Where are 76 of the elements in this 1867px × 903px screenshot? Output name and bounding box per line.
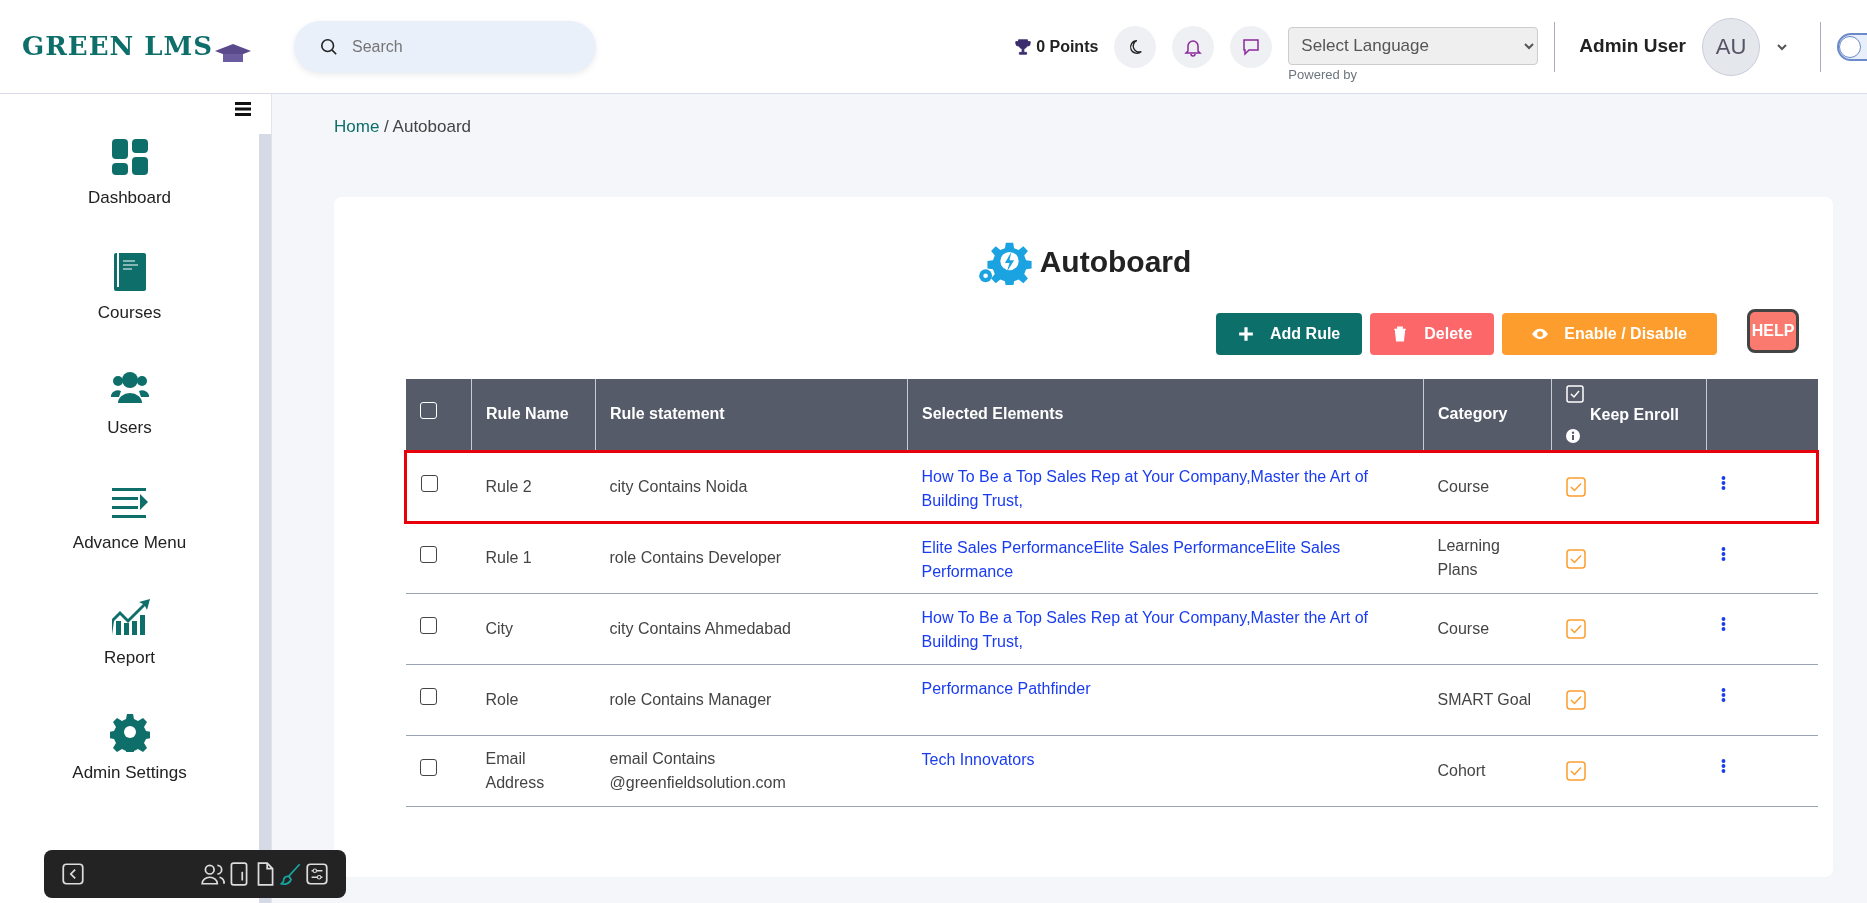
rule-name-cell: Email Address xyxy=(485,749,545,791)
more-vertical-icon[interactable] xyxy=(1720,758,1726,775)
chat-icon xyxy=(1241,36,1262,57)
rule-statement-cell: role Contains Developer xyxy=(609,549,782,566)
toolbar-button[interactable] xyxy=(200,861,226,887)
element-link[interactable]: How To Be a Top Sales Rep at Your Company,Master the Art of Building Trust, xyxy=(921,464,1410,513)
checkbox-icon[interactable] xyxy=(1565,477,1586,498)
dashboard-icon xyxy=(109,136,150,177)
element-link[interactable]: How To Be a Top Sales Rep at Your Company,Master the Art of Building Trust, xyxy=(921,605,1410,654)
users-icon xyxy=(200,861,226,887)
settings-icon xyxy=(109,711,150,752)
trophy-icon xyxy=(1014,37,1033,56)
breadcrumb-current: / Autoboard xyxy=(383,117,472,136)
more-vertical-icon[interactable] xyxy=(1720,616,1726,633)
checkbox-icon[interactable] xyxy=(1565,548,1586,569)
checkbox-icon[interactable] xyxy=(1565,761,1586,782)
column-header: Rule Name xyxy=(471,379,596,451)
category-cell: Course xyxy=(1437,619,1490,637)
sidebar-item[interactable]: Dashboard xyxy=(0,116,259,231)
row-checkbox[interactable] xyxy=(419,616,437,634)
language-select[interactable]: Select Language xyxy=(1288,26,1539,65)
trash-icon xyxy=(1392,326,1409,342)
more-vertical-icon[interactable] xyxy=(1720,687,1726,704)
rule-name-cell: Role xyxy=(485,690,519,708)
sidebar-item[interactable]: Advance Menu xyxy=(0,461,259,576)
more-vertical-icon[interactable] xyxy=(1720,546,1726,563)
toolbar-button[interactable] xyxy=(60,861,86,887)
category-cell: Cohort xyxy=(1437,761,1486,779)
select-all-checkbox[interactable] xyxy=(419,402,437,420)
column-header: Selected Elements xyxy=(907,379,1424,451)
row-checkbox[interactable] xyxy=(419,687,437,705)
rule-name-cell: City xyxy=(485,619,514,637)
element-link[interactable]: Performance Pathfinder xyxy=(921,676,1410,701)
eye-icon xyxy=(1532,326,1549,342)
sliders-icon xyxy=(304,861,330,887)
checkbox-icon[interactable] xyxy=(1565,619,1586,640)
rule-statement-cell: city Contains Noida xyxy=(609,477,748,495)
category-cell: Course xyxy=(1437,477,1490,495)
more-vertical-icon[interactable] xyxy=(1720,475,1726,492)
user-avatar: AU xyxy=(1702,17,1760,76)
category-cell: SMART Goal xyxy=(1437,690,1532,708)
powered-by-text: Powered by xyxy=(1288,65,1358,84)
column-header: Rule statement xyxy=(595,379,908,451)
logo-text: GREEN LMS xyxy=(22,30,214,63)
page-title: Autoboard xyxy=(1039,244,1192,280)
row-checkbox[interactable] xyxy=(419,758,437,776)
sidebar-item[interactable]: Courses xyxy=(0,231,259,346)
sidebar-item[interactable]: Users xyxy=(0,346,259,461)
rule-statement-cell: city Contains Ahmedabad xyxy=(609,619,791,637)
chart-icon xyxy=(109,596,150,637)
sidebar-item[interactable]: Admin Settings xyxy=(0,691,259,806)
search-field[interactable]: Search xyxy=(294,20,596,73)
rule-name-cell: Rule 1 xyxy=(485,549,532,566)
points-count: 0 Points xyxy=(1036,36,1099,57)
toolbar-button[interactable] xyxy=(304,861,330,887)
menu-icon[interactable] xyxy=(235,102,251,116)
scrollbar[interactable] xyxy=(259,134,271,903)
element-link[interactable]: Elite Sales PerformanceElite Sales PerformanceElite Sales Performance xyxy=(921,535,1410,584)
action-button[interactable]: Add Rule xyxy=(1216,313,1363,355)
search-icon xyxy=(320,37,338,56)
category-cell: Learning Plans xyxy=(1437,537,1500,578)
sidebar-item[interactable]: Report xyxy=(0,576,259,691)
back-icon xyxy=(60,861,86,887)
row-checkbox[interactable] xyxy=(419,546,437,563)
column-header: Category xyxy=(1423,379,1552,451)
row-checkbox[interactable] xyxy=(421,474,438,492)
checkbox-icon[interactable] xyxy=(1565,690,1586,711)
info-icon xyxy=(1566,429,1580,444)
plus-icon xyxy=(1238,326,1255,342)
column-header: Keep Enroll xyxy=(1590,405,1679,426)
rule-statement-cell: email Contains @greenfieldsolution.com xyxy=(609,749,786,791)
rule-statement-cell: role Contains Manager xyxy=(609,690,772,708)
element-link[interactable]: Tech Innovators xyxy=(921,747,1410,772)
user-name: Admin User xyxy=(1579,34,1686,59)
rule-name-cell: Rule 2 xyxy=(485,477,532,495)
breadcrumb-link[interactable]: Home xyxy=(334,117,380,136)
